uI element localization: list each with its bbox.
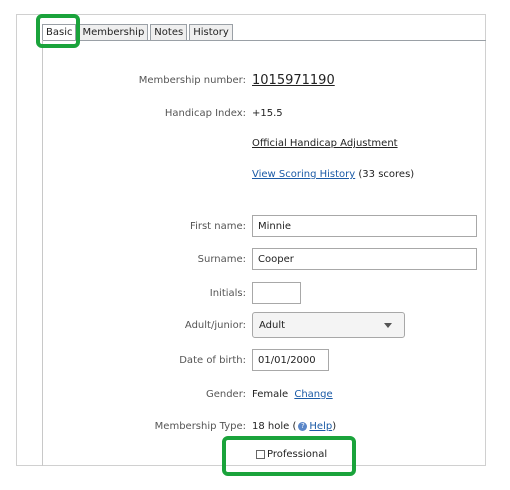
first-name-label: First name: xyxy=(190,221,246,232)
surname-input[interactable] xyxy=(252,248,477,270)
highlight-basic-tab xyxy=(36,14,80,48)
tab-divider xyxy=(42,40,486,41)
gender-value: Female xyxy=(252,389,289,400)
membership-type-label: Membership Type: xyxy=(154,421,246,432)
frame-top-border xyxy=(16,14,486,15)
tab-membership[interactable]: Membership xyxy=(78,24,149,40)
dob-label: Date of birth: xyxy=(179,355,246,366)
help-link[interactable]: Help xyxy=(309,421,332,432)
dob-row: Date of birth: xyxy=(0,349,510,373)
chevron-down-icon xyxy=(384,323,392,328)
dob-input[interactable] xyxy=(252,349,329,371)
initials-input[interactable] xyxy=(252,282,301,304)
first-name-input[interactable] xyxy=(252,215,477,237)
initials-row: Initials: xyxy=(0,282,510,306)
membership-number-value: 1015971190 xyxy=(252,73,335,88)
view-scoring-history-link[interactable]: View Scoring History xyxy=(252,169,355,180)
help-close-paren: ) xyxy=(332,421,337,432)
gender-wrapper: Female Change xyxy=(252,389,333,400)
scoring-count: (33 scores) xyxy=(358,169,415,180)
gender-label: Gender: xyxy=(205,389,246,400)
handicap-value: +15.5 xyxy=(252,108,283,119)
highlight-professional xyxy=(222,436,356,476)
surname-label: Surname: xyxy=(197,254,246,265)
handicap-row: Handicap Index: +15.5 xyxy=(0,108,510,132)
tab-notes[interactable]: Notes xyxy=(150,24,188,40)
membership-number-label: Membership number: xyxy=(138,75,246,86)
handicap-label: Handicap Index: xyxy=(164,108,246,119)
scoring-history-wrapper: View Scoring History (33 scores) xyxy=(252,169,414,180)
help-icon[interactable]: ? xyxy=(298,421,308,431)
tab-history[interactable]: History xyxy=(189,24,233,40)
adult-junior-label: Adult/junior: xyxy=(184,320,246,331)
surname-row: Surname: xyxy=(0,248,510,272)
adult-junior-select[interactable]: Adult xyxy=(252,312,405,338)
membership-type-value: 18 hole xyxy=(252,421,290,432)
membership-number-row: Membership number: 1015971190 xyxy=(0,73,510,97)
adult-junior-row: Adult/junior: Adult xyxy=(0,312,510,338)
official-handicap-adjustment-link[interactable]: Official Handicap Adjustment xyxy=(252,138,398,149)
gender-row: Gender: Female Change xyxy=(0,389,510,413)
membership-type-wrapper: 18 hole (? Help) xyxy=(252,421,336,432)
help-open-paren: ( xyxy=(292,421,297,432)
official-adjustment-row: Official Handicap Adjustment xyxy=(0,138,510,162)
adult-junior-selected: Adult xyxy=(259,320,286,331)
change-gender-link[interactable]: Change xyxy=(294,389,332,400)
first-name-row: First name: xyxy=(0,215,510,239)
initials-label: Initials: xyxy=(209,288,246,299)
scoring-history-row: View Scoring History (33 scores) xyxy=(0,169,510,193)
